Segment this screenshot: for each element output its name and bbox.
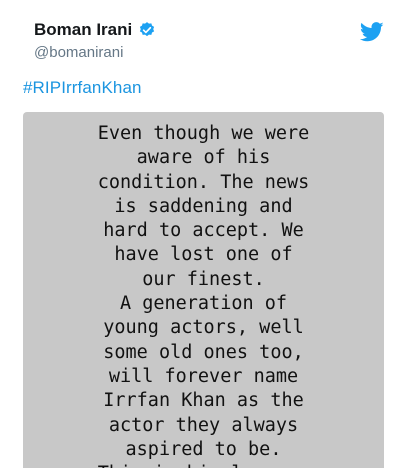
author-name[interactable]: Boman Irani [34,20,132,40]
avatar[interactable] [0,14,20,62]
tweet-image[interactable]: Even though we were aware of his conditi… [23,112,384,468]
tweet-card: Boman Irani @bomanirani #RIPIrrfanKhan E… [0,0,400,468]
author-handle[interactable]: @bomanirani [34,44,123,61]
twitter-bird-icon[interactable] [359,22,384,42]
hashtag-link[interactable]: #RIPIrrfanKhan [23,78,142,98]
image-statement-text: Even though we were aware of his conditi… [97,123,310,468]
verified-badge-icon [138,21,156,39]
author-row: Boman Irani [34,20,156,40]
